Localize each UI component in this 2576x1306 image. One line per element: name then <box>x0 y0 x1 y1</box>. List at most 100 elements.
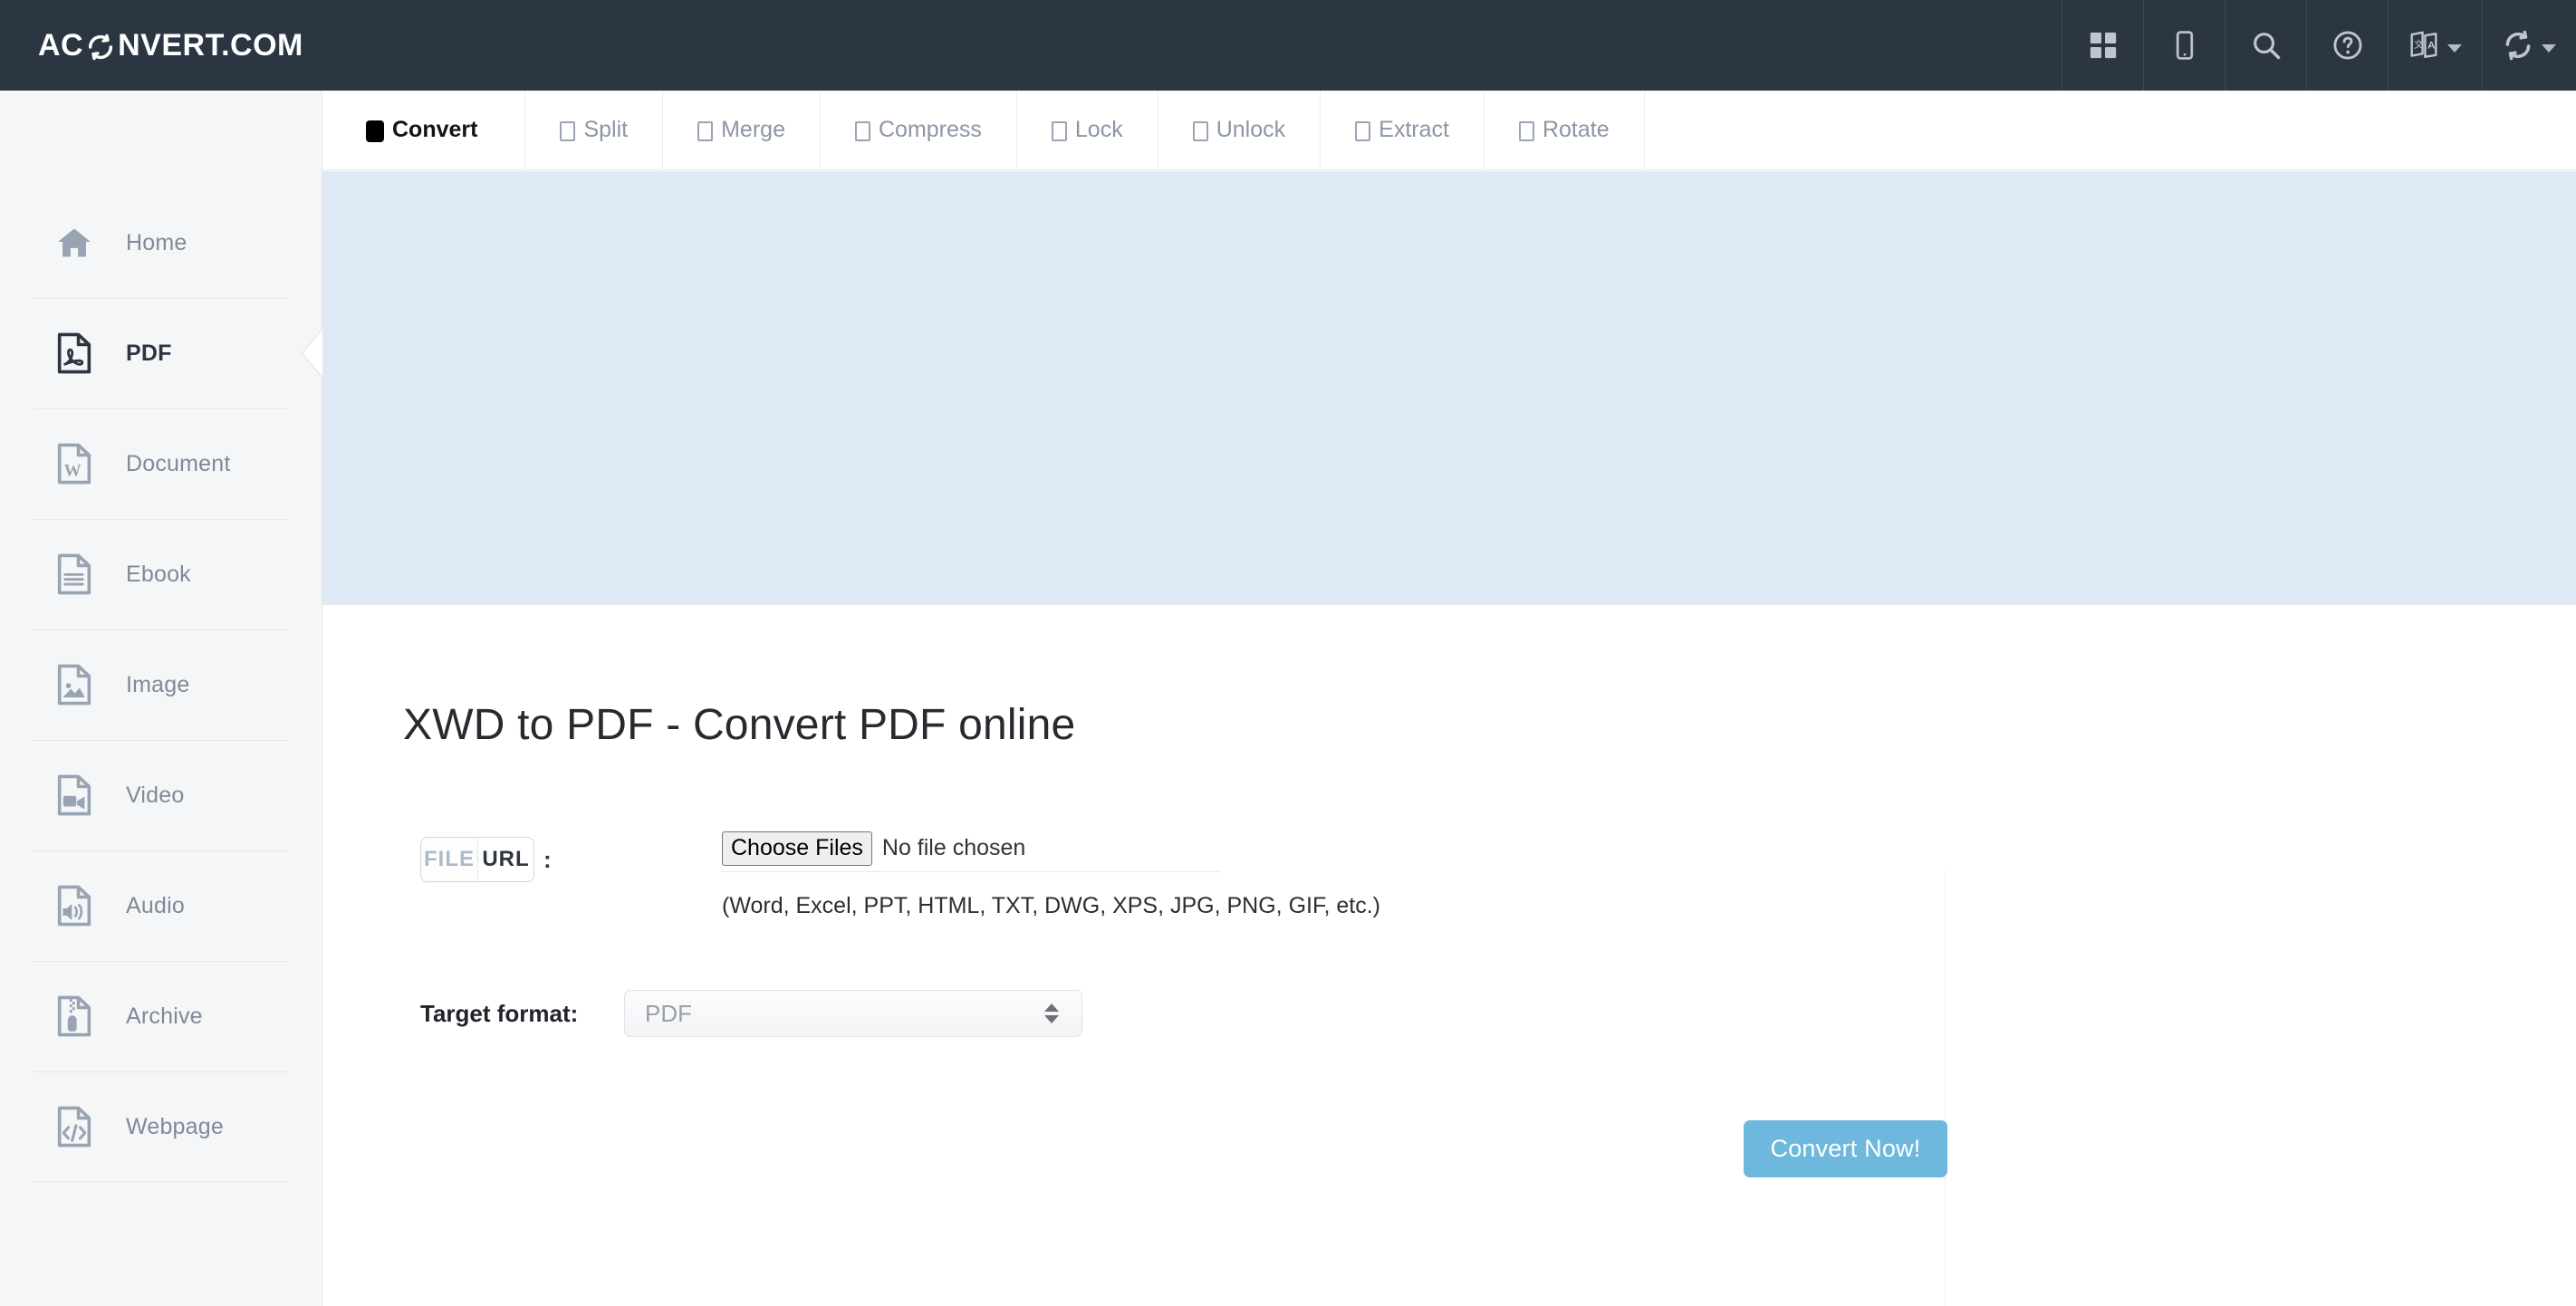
compress-tab-icon <box>854 120 870 141</box>
chevron-down-icon <box>2542 44 2556 53</box>
pdf-file-icon <box>55 332 93 374</box>
page-title: XWD to PDF - Convert PDF online <box>403 701 1076 749</box>
chevron-down-icon <box>2447 44 2462 53</box>
file-status-text: No file chosen <box>881 835 1026 861</box>
code-file-icon <box>55 1106 93 1148</box>
arrow-up-icon <box>1044 1004 1059 1012</box>
sidebar-item-image[interactable]: Image <box>0 629 322 740</box>
ebook-file-icon <box>55 553 93 595</box>
tab-label: Extract <box>1379 117 1449 142</box>
source-colon: : <box>543 846 552 873</box>
word-document-icon: W <box>55 443 93 485</box>
sidebar-item-audio[interactable]: Audio <box>0 850 322 961</box>
tab-label: Unlock <box>1216 117 1286 142</box>
translate-icon: 文 A <box>2408 30 2439 61</box>
navbar-spacer <box>303 0 2062 91</box>
tab-label: Lock <box>1074 117 1123 142</box>
operation-tabbar: Convert Split Merge Compress Lock Unlock… <box>322 91 2576 170</box>
archive-zip-file-icon <box>55 995 93 1037</box>
source-row: FILE URL : Choose Files No file chosen (… <box>420 831 1380 918</box>
tab-unlock[interactable]: Unlock <box>1158 91 1322 169</box>
tab-label: Compress <box>878 117 982 142</box>
home-icon <box>55 222 93 264</box>
sidebar-item-webpage[interactable]: Webpage <box>0 1071 322 1182</box>
tab-merge[interactable]: Merge <box>663 91 821 169</box>
main-content: XWD to PDF - Convert PDF online FILE URL… <box>322 606 2576 1306</box>
help-circle-icon <box>2331 29 2364 62</box>
convert-refresh-icon <box>2503 30 2533 61</box>
target-format-select[interactable]: PDF <box>624 990 1082 1037</box>
tab-label: Merge <box>721 117 785 142</box>
sidebar-item-home[interactable]: Home <box>0 187 322 298</box>
choose-files-button[interactable]: Choose Files <box>722 831 872 866</box>
mobile-phone-icon <box>2169 30 2200 61</box>
source-type-url[interactable]: URL <box>477 838 533 881</box>
video-file-icon <box>55 774 93 816</box>
merge-tab-icon <box>697 120 714 141</box>
rotate-tab-icon <box>1518 120 1534 141</box>
file-upload-block: Choose Files No file chosen (Word, Excel… <box>722 831 1380 919</box>
sidebar-item-label: Document <box>126 450 231 476</box>
help-button[interactable] <box>2306 0 2388 91</box>
sidebar-item-label: Video <box>126 782 185 808</box>
audio-file-icon <box>55 885 93 927</box>
search-button[interactable] <box>2225 0 2306 91</box>
sidebar-item-label: PDF <box>126 340 172 366</box>
sidebar-item-label: Ebook <box>126 561 191 587</box>
tab-lock[interactable]: Lock <box>1017 91 1158 169</box>
apps-grid-button[interactable] <box>2062 0 2143 91</box>
svg-text:文: 文 <box>2414 38 2424 50</box>
tab-rotate[interactable]: Rotate <box>1485 91 1645 169</box>
sidebar-item-label: Audio <box>126 892 185 918</box>
tab-label: Rotate <box>1542 117 1610 142</box>
tab-convert[interactable]: Convert <box>322 91 526 169</box>
sidebar-item-pdf[interactable]: PDF <box>0 298 322 408</box>
mobile-app-button[interactable] <box>2143 0 2225 91</box>
site-logo[interactable]: AC NVERT.COM <box>0 0 303 91</box>
unlock-tab-icon <box>1192 120 1208 141</box>
arrow-down-icon <box>1044 1015 1059 1023</box>
sidebar-item-label: Webpage <box>126 1113 224 1139</box>
top-navbar: AC NVERT.COM 文 A <box>0 0 2576 91</box>
svg-text:A: A <box>2428 41 2436 52</box>
tab-extract[interactable]: Extract <box>1321 91 1485 169</box>
image-file-icon <box>55 664 93 706</box>
split-tab-icon <box>560 120 576 141</box>
tab-label: Convert <box>392 117 478 142</box>
sidebar-item-ebook[interactable]: Ebook <box>0 519 322 629</box>
convert-now-button[interactable]: Convert Now! <box>1744 1120 1947 1177</box>
tab-label: Split <box>583 117 629 142</box>
source-type-file[interactable]: FILE <box>421 838 477 881</box>
circular-arrows-icon <box>85 32 116 62</box>
svg-text:W: W <box>64 461 82 480</box>
sidebar-item-archive[interactable]: Archive <box>0 961 322 1071</box>
apps-grid-icon <box>2088 30 2119 61</box>
sidebar-item-label: Image <box>126 671 190 697</box>
left-sidebar: Home PDF W Document Ebook Image Video Au… <box>0 91 322 1306</box>
language-selector-button[interactable]: 文 A <box>2388 0 2482 91</box>
convert-menu-button[interactable] <box>2482 0 2576 91</box>
file-input[interactable]: Choose Files No file chosen <box>722 831 1220 872</box>
sidebar-item-document[interactable]: W Document <box>0 408 322 519</box>
tab-compress[interactable]: Compress <box>821 91 1017 169</box>
brand-text-before: AC <box>38 27 84 62</box>
sidebar-item-list: Home PDF W Document Ebook Image Video Au… <box>0 91 322 1182</box>
sidebar-item-label: Home <box>126 229 187 255</box>
stepper-arrows-icon <box>1044 1004 1059 1023</box>
advertisement-banner <box>322 171 2576 605</box>
supported-formats-hint: (Word, Excel, PPT, HTML, TXT, DWG, XPS, … <box>722 892 1380 918</box>
target-format-value: PDF <box>645 999 692 1027</box>
content-vertical-divider <box>1945 871 1946 1306</box>
extract-tab-icon <box>1355 120 1371 141</box>
brand-text-after: NVERT.COM <box>118 27 303 62</box>
tab-split[interactable]: Split <box>525 91 664 169</box>
target-format-row: Target format: PDF <box>420 990 1082 1037</box>
search-icon <box>2250 29 2283 62</box>
lock-tab-icon <box>1051 120 1067 141</box>
source-type-toggle[interactable]: FILE URL <box>420 837 534 882</box>
active-item-pointer <box>303 330 322 377</box>
convert-tab-icon <box>366 120 384 142</box>
target-format-label: Target format: <box>420 999 579 1027</box>
sidebar-item-video[interactable]: Video <box>0 740 322 850</box>
sidebar-item-label: Archive <box>126 1003 203 1029</box>
